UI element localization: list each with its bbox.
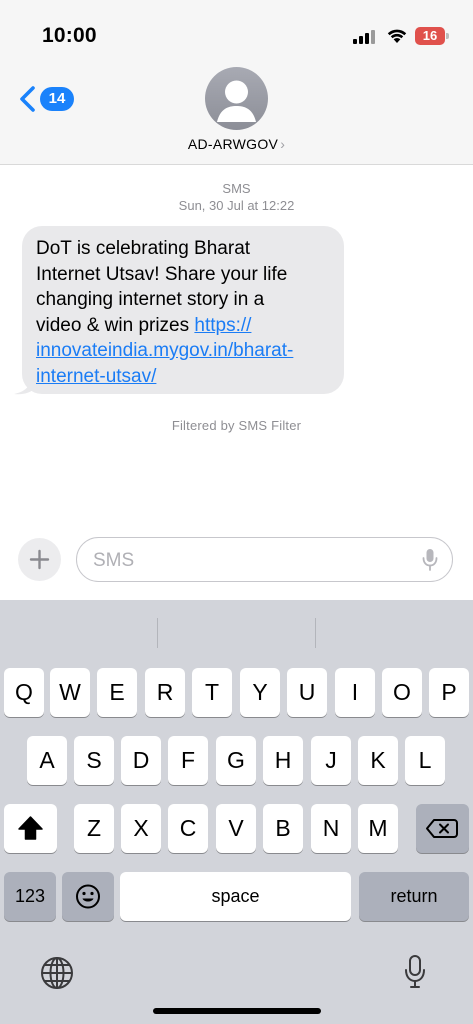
- message-link-part[interactable]: https://: [194, 315, 251, 336]
- chevron-right-icon: ›: [280, 136, 286, 152]
- back-button[interactable]: 14: [18, 84, 78, 114]
- home-indicator[interactable]: [153, 1008, 321, 1014]
- key-b[interactable]: B: [263, 804, 303, 853]
- message-service-label: SMS: [222, 181, 251, 196]
- key-m[interactable]: M: [358, 804, 398, 853]
- message-line: innovateindia.mygov.in/bharat-: [36, 338, 330, 364]
- battery-level: 16: [422, 28, 438, 43]
- keyboard: Q W E R T Y U I O P A S D F G H J K L Z …: [0, 600, 473, 1024]
- filter-note: Filtered by SMS Filter: [171, 418, 302, 433]
- unread-count-badge: 14: [40, 87, 74, 111]
- key-h[interactable]: H: [263, 736, 303, 785]
- microphone-icon[interactable]: [422, 548, 438, 572]
- battery-icon: 16: [415, 27, 449, 45]
- key-e[interactable]: E: [97, 668, 137, 717]
- delete-key[interactable]: [416, 804, 469, 853]
- return-key[interactable]: return: [359, 872, 469, 921]
- message-input[interactable]: SMS: [76, 537, 453, 582]
- status-time: 10:00: [42, 24, 97, 47]
- message-input-placeholder: SMS: [93, 550, 135, 571]
- key-u[interactable]: U: [287, 668, 327, 717]
- backspace-icon: [426, 819, 458, 838]
- wifi-icon: [385, 26, 409, 44]
- message-line: Internet Utsav! Share your life: [36, 263, 288, 285]
- key-s[interactable]: S: [74, 736, 114, 785]
- add-attachment-button[interactable]: [18, 538, 61, 581]
- contact-name-row[interactable]: AD-ARWGOV ›: [0, 136, 473, 152]
- key-r[interactable]: R: [145, 668, 185, 717]
- key-f[interactable]: F: [168, 736, 208, 785]
- key-p[interactable]: P: [429, 668, 469, 717]
- key-w[interactable]: W: [50, 668, 90, 717]
- key-y[interactable]: Y: [240, 668, 280, 717]
- shift-key[interactable]: [4, 804, 57, 853]
- key-c[interactable]: C: [168, 804, 208, 853]
- message-link-part[interactable]: innovateindia.mygov.in/bharat-: [36, 340, 293, 361]
- suggestion-divider: [315, 618, 316, 648]
- message-text: video & win prizes: [36, 314, 195, 336]
- globe-icon[interactable]: [40, 956, 74, 990]
- key-g[interactable]: G: [216, 736, 256, 785]
- key-q[interactable]: Q: [4, 668, 44, 717]
- key-a[interactable]: A: [27, 736, 67, 785]
- contact-avatar[interactable]: [205, 67, 268, 130]
- suggestion-divider: [157, 618, 158, 648]
- message-link-part[interactable]: internet-utsav/: [36, 366, 156, 387]
- message-bubble-incoming[interactable]: DoT is celebrating Bharat Internet Utsav…: [22, 226, 344, 394]
- key-i[interactable]: I: [335, 668, 375, 717]
- cellular-signal-icon: [353, 30, 375, 44]
- key-k[interactable]: K: [358, 736, 398, 785]
- message-line: video & win prizes https://: [36, 313, 330, 339]
- key-z[interactable]: Z: [74, 804, 114, 853]
- person-icon: [217, 80, 256, 122]
- status-bar: 10:00 16: [0, 0, 473, 60]
- space-key[interactable]: space: [120, 872, 351, 921]
- key-n[interactable]: N: [311, 804, 351, 853]
- shift-arrow-icon: [18, 816, 43, 840]
- emoji-key[interactable]: [62, 872, 114, 921]
- plus-icon: [29, 549, 50, 570]
- emoji-icon: [76, 884, 100, 909]
- message-line: internet-utsav/: [36, 364, 330, 390]
- message-line: changing internet story in a: [36, 289, 265, 310]
- key-x[interactable]: X: [121, 804, 161, 853]
- chevron-left-icon: [20, 86, 35, 112]
- key-o[interactable]: O: [382, 668, 422, 717]
- key-j[interactable]: J: [311, 736, 351, 785]
- message-timestamp: Sun, 30 Jul at 12:22: [178, 198, 295, 213]
- conversation-header: 14 AD-ARWGOV ›: [0, 60, 473, 165]
- contact-name: AD-ARWGOV: [187, 136, 279, 152]
- message-line: DoT is celebrating Bharat: [36, 238, 251, 259]
- dictation-microphone-icon[interactable]: [404, 954, 426, 990]
- key-t[interactable]: T: [192, 668, 232, 717]
- key-d[interactable]: D: [121, 736, 161, 785]
- key-l[interactable]: L: [405, 736, 445, 785]
- numbers-key[interactable]: 123: [4, 872, 56, 921]
- key-v[interactable]: V: [216, 804, 256, 853]
